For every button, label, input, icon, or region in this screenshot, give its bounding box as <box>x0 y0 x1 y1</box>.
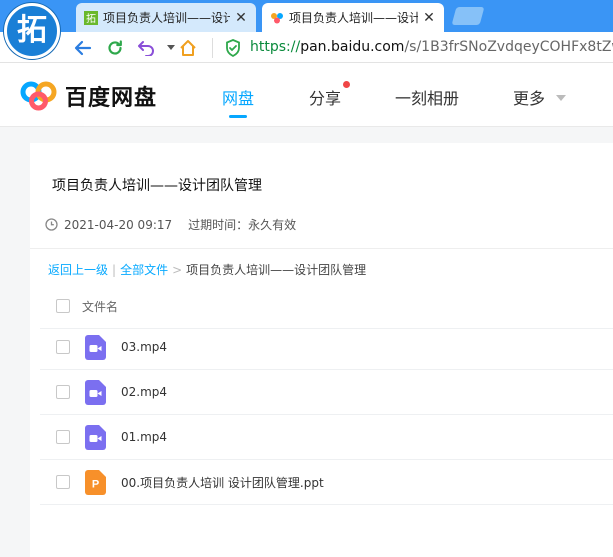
tab-favicon-icon: 拓 <box>84 10 98 25</box>
site-header: 百度网盘 网盘 分享 一刻相册 更多 <box>0 63 613 127</box>
clock-icon <box>45 218 58 231</box>
address-bar: https://pan.baidu.com/s/1B3frSNoZvdqeyCO… <box>0 32 613 63</box>
share-date: 2021-04-20 09:17 <box>64 217 173 232</box>
tab-title: 项目负责人培训——设计团队管理 <box>289 11 418 25</box>
divider <box>30 248 613 249</box>
url-path: /s/1B3frSNoZvdqeyCOHFx8tZw# <box>404 39 613 55</box>
back-icon[interactable] <box>72 37 94 59</box>
tab-title: 项目负责人培训——设计团队管理 <box>103 11 230 25</box>
url-host: pan.baidu.com <box>300 39 405 55</box>
chevron-right-icon: > <box>172 262 183 277</box>
browser-logo-text: 拓 <box>17 13 47 48</box>
undo-icon[interactable] <box>136 37 158 59</box>
file-name[interactable]: 00.项目负责人培训 设计团队管理.ppt <box>121 474 324 491</box>
url-scheme: https:// <box>250 39 301 55</box>
file-checkbox[interactable] <box>56 430 70 444</box>
file-row[interactable]: 03.mp4 <box>40 325 613 370</box>
column-header-filename: 文件名 <box>82 299 119 314</box>
nav-item-netdisk[interactable]: 网盘 <box>222 85 254 109</box>
nav-item-more[interactable]: 更多 <box>513 85 545 109</box>
file-row[interactable]: 02.mp4 <box>40 370 613 415</box>
nav-item-album[interactable]: 一刻相册 <box>395 85 459 109</box>
video-file-icon <box>85 379 106 405</box>
file-list-header: 文件名 <box>40 284 613 329</box>
browser-tab-inactive[interactable]: 拓 项目负责人培训——设计团队管理 ✕ <box>76 3 256 32</box>
file-name[interactable]: 02.mp4 <box>121 385 167 399</box>
shield-icon[interactable] <box>222 37 244 59</box>
file-row[interactable]: 01.mp4 <box>40 415 613 460</box>
share-card: 项目负责人培训——设计团队管理 2021-04-20 09:17 过期时间：永久… <box>30 143 613 557</box>
breadcrumb-all-files-link[interactable]: 全部文件 <box>120 261 168 278</box>
breadcrumb-separator: | <box>112 262 117 277</box>
url-field[interactable]: https://pan.baidu.com/s/1B3frSNoZvdqeyCO… <box>250 39 613 55</box>
brand-logo[interactable]: 百度网盘 <box>19 80 157 112</box>
breadcrumb-back-link[interactable]: 返回上一级 <box>48 261 108 278</box>
baidu-pan-logo-icon <box>20 81 57 111</box>
browser-tab-bar: 拓 项目负责人培训——设计团队管理 ✕ 项目负责人培训——设计团队管理 ✕ <box>0 0 613 32</box>
ppt-file-icon: P <box>85 469 106 495</box>
new-tab-button[interactable] <box>451 7 485 25</box>
file-checkbox[interactable] <box>56 340 70 354</box>
share-title: 项目负责人培训——设计团队管理 <box>52 178 262 194</box>
nav-active-underline <box>229 115 247 118</box>
breadcrumb-current: 项目负责人培训——设计团队管理 <box>186 263 367 277</box>
address-divider <box>212 38 213 58</box>
brand-name: 百度网盘 <box>65 86 158 111</box>
breadcrumb: 返回上一级 | 全部文件 > 项目负责人培训——设计团队管理 <box>48 261 366 278</box>
browser-logo[interactable]: 拓 <box>4 3 60 59</box>
select-all-checkbox[interactable] <box>56 299 70 313</box>
share-expiry: 过期时间：永久有效 <box>188 218 297 232</box>
file-row[interactable]: P 00.项目负责人培训 设计团队管理.ppt <box>40 460 613 505</box>
baidu-pan-favicon-icon <box>271 12 283 23</box>
file-checkbox[interactable] <box>56 475 70 489</box>
refresh-icon[interactable] <box>104 37 126 59</box>
home-icon[interactable] <box>177 37 199 59</box>
file-checkbox[interactable] <box>56 385 70 399</box>
share-meta: 2021-04-20 09:17 过期时间：永久有效 <box>45 216 296 233</box>
chevron-down-icon[interactable] <box>556 95 566 101</box>
close-icon[interactable]: ✕ <box>422 10 436 26</box>
file-name[interactable]: 01.mp4 <box>121 430 167 444</box>
video-file-icon <box>85 334 106 360</box>
browser-tab-active[interactable]: 项目负责人培训——设计团队管理 ✕ <box>262 3 444 32</box>
notification-dot <box>343 81 350 88</box>
file-name[interactable]: 03.mp4 <box>121 340 167 354</box>
close-icon[interactable]: ✕ <box>234 10 248 26</box>
svg-text:P: P <box>92 478 99 490</box>
video-file-icon <box>85 424 106 450</box>
nav-item-share[interactable]: 分享 <box>309 85 341 109</box>
